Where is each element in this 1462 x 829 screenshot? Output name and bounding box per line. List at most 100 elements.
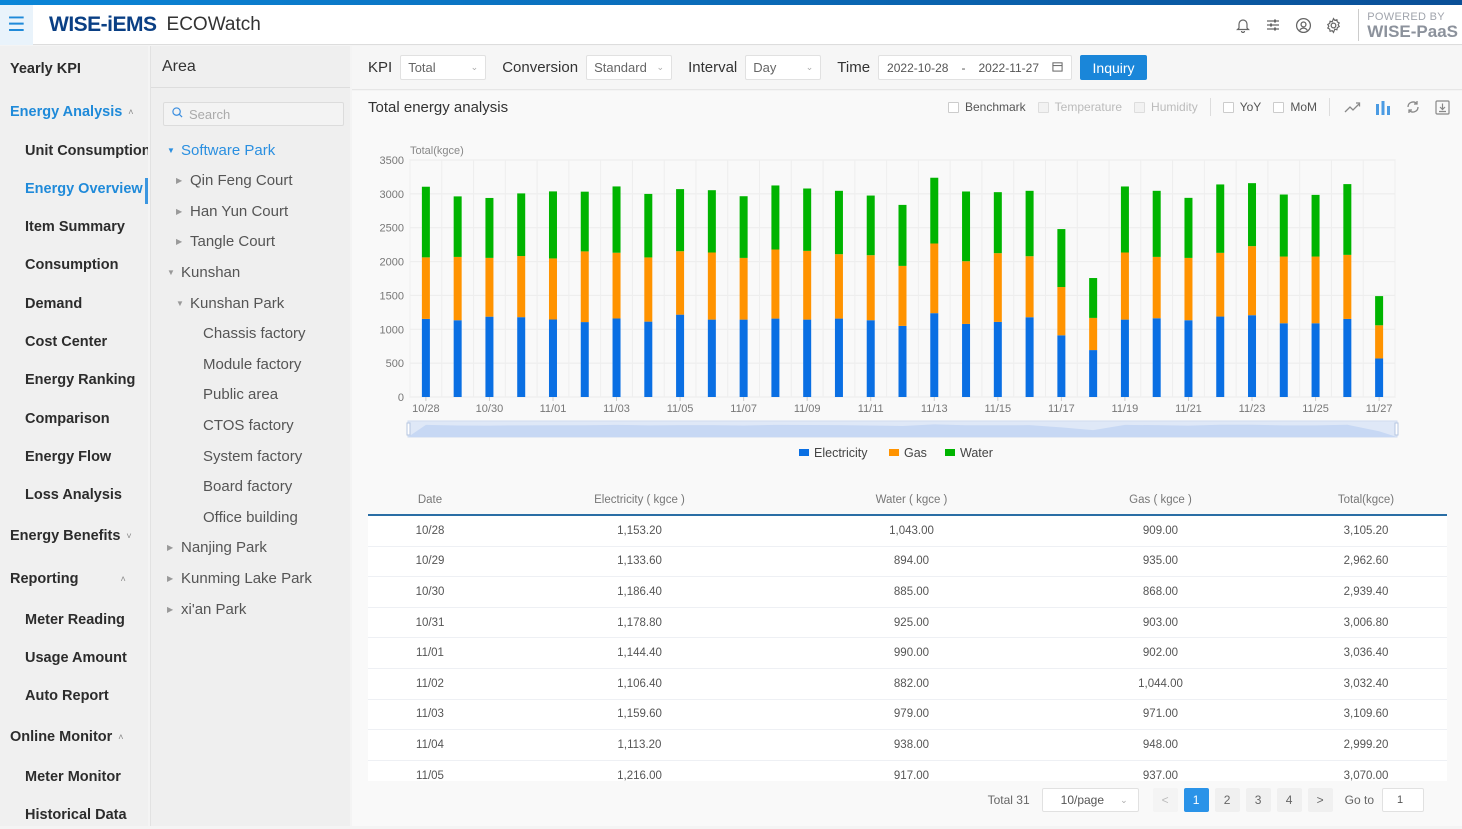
checkbox-box[interactable] [1222,101,1234,113]
bar-water[interactable] [930,177,939,244]
humidity-checkbox[interactable]: Humidity [1134,100,1198,114]
sidebar-item-comparison[interactable]: Comparison [0,404,148,434]
tree-node-tangle-court[interactable]: ▶ Tangle Court [176,230,275,254]
bar-electricity[interactable] [1057,335,1066,397]
legend-label-gas[interactable]: Gas [904,446,927,460]
bar-gas[interactable] [485,257,494,317]
bar-gas[interactable] [962,261,971,324]
benchmark-checkbox[interactable]: Benchmark [947,100,1026,114]
sidebar-item-historical-data[interactable]: Historical Data [0,800,148,826]
sidebar-item-yearly-kpi[interactable]: Yearly KPI [0,54,148,84]
bar-electricity[interactable] [1089,350,1098,397]
bar-chart-icon[interactable] [1375,100,1391,115]
tree-node-nanjing-park[interactable]: ▶ Nanjing Park [167,536,267,560]
tree-node-kunming-lake-park[interactable]: ▶ Kunming Lake Park [167,566,312,590]
bar-water[interactable] [421,186,430,258]
bar-electricity[interactable] [517,317,526,397]
bar-water[interactable] [517,193,526,257]
sidebar-item-loss-analysis[interactable]: Loss Analysis [0,480,148,510]
tree-node-office-building[interactable]: Office building [203,505,298,529]
bar-gas[interactable] [1311,256,1320,324]
legend-swatch-gas[interactable] [889,449,899,456]
sidebar-item-energy-benefits[interactable]: Energy Benefits ˅ [0,521,148,551]
caret-down-icon[interactable]: ▼ [167,146,177,155]
bar-electricity[interactable] [707,319,716,397]
bar-gas[interactable] [453,256,462,321]
bar-gas[interactable] [771,249,780,319]
bar-water[interactable] [1057,229,1066,288]
caret-right-icon[interactable]: ▶ [167,574,177,583]
sidebar-item-meter-monitor[interactable]: Meter Monitor [0,762,148,792]
tree-node-han-yun-court[interactable]: ▶ Han Yun Court [176,199,288,223]
bar-electricity[interactable] [580,322,589,397]
bar-electricity[interactable] [898,325,907,397]
bar-electricity[interactable] [612,318,621,397]
bar-electricity[interactable] [1120,319,1129,397]
bar-water[interactable] [707,190,716,253]
bar-electricity[interactable] [1152,318,1161,397]
bar-electricity[interactable] [485,316,494,397]
checkbox-box[interactable] [1273,101,1285,113]
interval-select[interactable]: Day ⌄ [745,55,822,80]
bar-water[interactable] [1248,183,1257,247]
sidebar-item-meter-reading[interactable]: Meter Reading [0,605,148,635]
bar-gas[interactable] [1279,256,1288,324]
sidebar-item-demand[interactable]: Demand [0,289,148,319]
tree-node-qin-feng-court[interactable]: ▶ Qin Feng Court [176,169,293,193]
bar-gas[interactable] [866,255,875,321]
bar-electricity[interactable] [1025,317,1034,397]
bar-water[interactable] [739,196,748,258]
bar-water[interactable] [1311,194,1320,257]
bar-water[interactable] [1375,296,1384,326]
hamburger-menu-button[interactable]: ☰ [0,4,33,45]
bar-gas[interactable] [803,250,812,320]
zoom-slider-handle-right[interactable] [1394,422,1399,436]
col-date[interactable]: Date [368,494,492,506]
bar-gas[interactable] [1152,256,1161,319]
user-circle-icon[interactable] [1288,17,1318,34]
bar-water[interactable] [1184,197,1193,258]
bar-electricity[interactable] [421,318,430,397]
bar-electricity[interactable] [739,319,748,397]
sidebar-item-auto-report[interactable]: Auto Report [0,681,148,711]
sidebar-item-unit-consumption[interactable]: Unit Consumption [0,136,148,166]
download-icon[interactable] [1435,99,1450,115]
bar-electricity[interactable] [962,323,971,397]
goto-page-input[interactable] [1382,788,1424,812]
bar-water[interactable] [1089,278,1098,318]
bar-gas[interactable] [517,256,526,318]
bar-gas[interactable] [644,257,653,322]
col-water[interactable]: Water ( kgce ) [787,494,1036,506]
bar-electricity[interactable] [930,313,939,397]
conversion-select[interactable]: Standard ⌄ [586,55,673,80]
col-electricity[interactable]: Electricity ( kgce ) [492,494,787,506]
bar-water[interactable] [612,186,621,253]
tree-node-ctos-factory[interactable]: CTOS factory [203,413,294,437]
bar-electricity[interactable] [1343,318,1352,397]
bar-water[interactable] [1343,184,1352,255]
sidebar-item-usage-amount[interactable]: Usage Amount [0,643,148,673]
table-body[interactable]: 10/28 1,153.20 1,043.00 909.00 3,105.20 10/29… [368,516,1447,781]
bar-electricity[interactable] [1311,323,1320,397]
bar-gas[interactable] [1216,252,1225,317]
bar-gas[interactable] [580,251,589,323]
bar-water[interactable] [1120,186,1129,253]
bar-gas[interactable] [834,254,843,319]
prev-page-button[interactable]: < [1152,788,1178,812]
sidebar-item-item-summary[interactable]: Item Summary [0,212,148,242]
bar-gas[interactable] [1120,252,1129,320]
page-4-button[interactable]: 4 [1276,788,1302,812]
bar-electricity[interactable] [644,321,653,397]
date-range-picker[interactable]: 2022-10-28 - 2022-11-27 [878,55,1073,80]
bar-water[interactable] [771,185,780,250]
bar-electricity[interactable] [676,314,685,397]
bar-water[interactable] [834,190,843,255]
sidebar-item-energy-overview[interactable]: Energy Overview [0,174,148,204]
next-page-button[interactable]: > [1307,788,1333,812]
bar-water[interactable] [962,191,971,262]
bar-electricity[interactable] [1184,320,1193,397]
bar-gas[interactable] [1184,257,1193,321]
zoom-slider-handle-left[interactable] [406,422,411,436]
bar-gas[interactable] [993,253,1002,322]
page-1-button[interactable]: 1 [1183,788,1209,812]
